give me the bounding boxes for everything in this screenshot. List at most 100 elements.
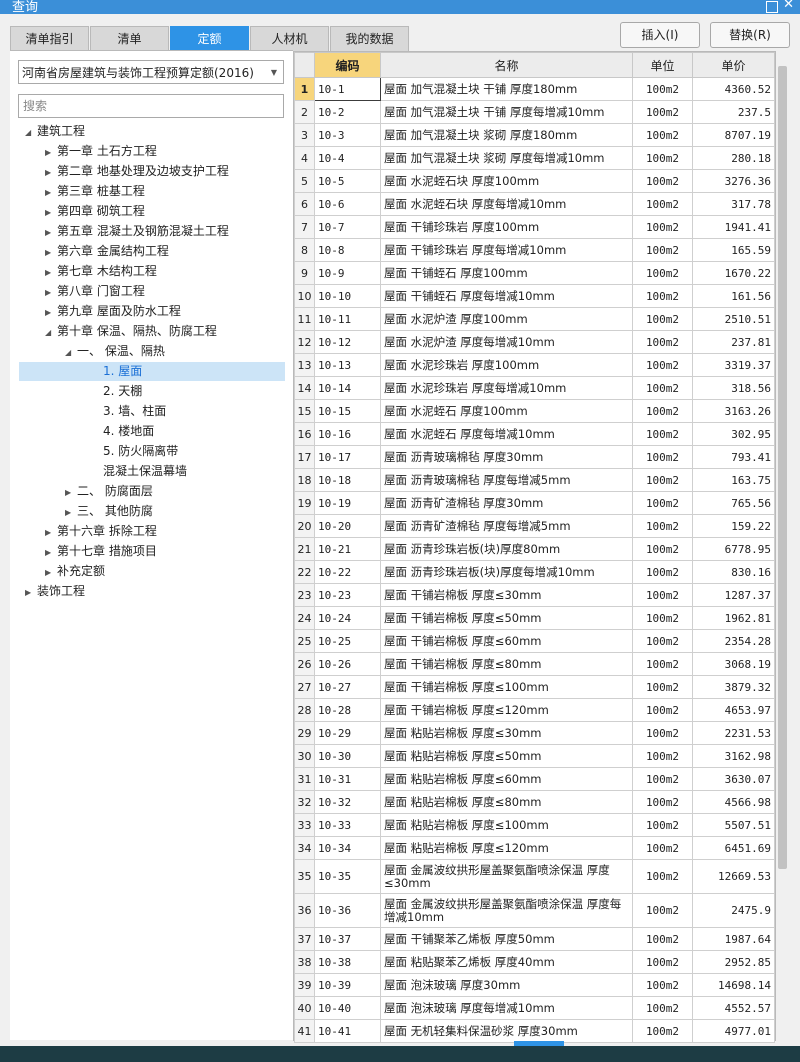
table-row[interactable]: 21 10-21 屋面 沥青珍珠岩板(块)厚度80mm 100m2 6778.95: [294, 537, 775, 561]
expanded-arrow-icon[interactable]: ◢: [45, 323, 57, 342]
row-number[interactable]: 4: [294, 146, 315, 170]
tree-item[interactable]: ▶ 第九章 屋面及防水工程: [45, 302, 181, 321]
row-number[interactable]: 16: [294, 422, 315, 446]
name-cell[interactable]: 屋面 粘贴岩棉板 厚度≤60mm: [380, 767, 633, 791]
name-cell[interactable]: 屋面 干铺蛭石 厚度每增减10mm: [380, 284, 633, 308]
unit-cell[interactable]: 100m2: [632, 744, 693, 768]
row-number[interactable]: 14: [294, 376, 315, 400]
tree-item[interactable]: ▶ 第六章 金属结构工程: [45, 242, 169, 261]
name-cell[interactable]: 屋面 沥青珍珠岩板(块)厚度每增减10mm: [380, 560, 633, 584]
unit-cell[interactable]: 100m2: [632, 238, 693, 262]
row-number[interactable]: 3: [294, 123, 315, 147]
table-row[interactable]: 41 10-41 屋面 无机轻集料保温砂浆 厚度30mm 100m2 4977.01: [294, 1019, 775, 1043]
name-cell[interactable]: 屋面 干铺岩棉板 厚度≤80mm: [380, 652, 633, 676]
price-cell[interactable]: 2952.85: [692, 950, 775, 974]
collapsed-arrow-icon[interactable]: ▶: [45, 283, 57, 302]
search-input[interactable]: [18, 94, 284, 118]
unit-cell[interactable]: 100m2: [632, 284, 693, 308]
row-number[interactable]: 24: [294, 606, 315, 630]
unit-cell[interactable]: 100m2: [632, 973, 693, 997]
code-cell[interactable]: 10-32: [314, 790, 381, 814]
table-row[interactable]: 16 10-16 屋面 水泥蛭石 厚度每增减10mm 100m2 302.95: [294, 422, 775, 446]
price-cell[interactable]: 2510.51: [692, 307, 775, 331]
price-cell[interactable]: 237.5: [692, 100, 775, 124]
row-number[interactable]: 34: [294, 836, 315, 860]
row-number[interactable]: 36: [294, 893, 315, 928]
unit-cell[interactable]: 100m2: [632, 675, 693, 699]
price-cell[interactable]: 6778.95: [692, 537, 775, 561]
unit-cell[interactable]: 100m2: [632, 950, 693, 974]
unit-cell[interactable]: 100m2: [632, 192, 693, 216]
code-cell[interactable]: 10-26: [314, 652, 381, 676]
name-cell[interactable]: 屋面 沥青玻璃棉毡 厚度每增减5mm: [380, 468, 633, 492]
tab-quota[interactable]: 定额: [170, 26, 249, 51]
tab-my-data[interactable]: 我的数据: [330, 26, 409, 51]
name-cell[interactable]: 屋面 水泥炉渣 厚度100mm: [380, 307, 633, 331]
name-cell[interactable]: 屋面 水泥蛭石块 厚度每增减10mm: [380, 192, 633, 216]
table-row[interactable]: 14 10-14 屋面 水泥珍珠岩 厚度每增减10mm 100m2 318.56: [294, 376, 775, 400]
name-cell[interactable]: 屋面 干铺岩棉板 厚度≤120mm: [380, 698, 633, 722]
row-number[interactable]: 40: [294, 996, 315, 1020]
tree-item[interactable]: ▶ 第七章 木结构工程: [45, 262, 157, 281]
code-cell[interactable]: 10-6: [314, 192, 381, 216]
code-cell[interactable]: 10-17: [314, 445, 381, 469]
price-cell[interactable]: 1941.41: [692, 215, 775, 239]
price-cell[interactable]: 2354.28: [692, 629, 775, 653]
unit-cell[interactable]: 100m2: [632, 146, 693, 170]
expanded-arrow-icon[interactable]: ◢: [65, 343, 77, 362]
tree-item[interactable]: 5. 防火隔离带: [91, 442, 178, 461]
unit-cell[interactable]: 100m2: [632, 77, 693, 101]
tab-list-guide[interactable]: 清单指引: [10, 26, 89, 51]
unit-cell[interactable]: 100m2: [632, 652, 693, 676]
name-cell[interactable]: 屋面 粘贴岩棉板 厚度≤100mm: [380, 813, 633, 837]
table-row[interactable]: 31 10-31 屋面 粘贴岩棉板 厚度≤60mm 100m2 3630.07: [294, 767, 775, 791]
table-row[interactable]: 29 10-29 屋面 粘贴岩棉板 厚度≤30mm 100m2 2231.53: [294, 721, 775, 745]
code-cell[interactable]: 10-22: [314, 560, 381, 584]
code-cell[interactable]: 10-28: [314, 698, 381, 722]
price-cell[interactable]: 6451.69: [692, 836, 775, 860]
name-cell[interactable]: 屋面 水泥珍珠岩 厚度100mm: [380, 353, 633, 377]
unit-cell[interactable]: 100m2: [632, 560, 693, 584]
code-cell[interactable]: 10-40: [314, 996, 381, 1020]
table-row[interactable]: 1 10-1 屋面 加气混凝土块 干铺 厚度180mm 100m2 4360.52: [294, 77, 775, 101]
quota-library-select[interactable]: 河南省房屋建筑与装饰工程预算定额(2016) ▼: [18, 60, 284, 84]
code-cell[interactable]: 10-41: [314, 1019, 381, 1043]
code-cell[interactable]: 10-8: [314, 238, 381, 262]
unit-cell[interactable]: 100m2: [632, 790, 693, 814]
row-number[interactable]: 7: [294, 215, 315, 239]
row-number[interactable]: 26: [294, 652, 315, 676]
row-number[interactable]: 32: [294, 790, 315, 814]
tree-item[interactable]: ▶ 补充定额: [45, 562, 105, 581]
name-cell[interactable]: 屋面 无机轻集料保温砂浆 厚度30mm: [380, 1019, 633, 1043]
price-cell[interactable]: 1670.22: [692, 261, 775, 285]
price-cell[interactable]: 793.41: [692, 445, 775, 469]
name-cell[interactable]: 屋面 干铺珍珠岩 厚度每增减10mm: [380, 238, 633, 262]
table-row[interactable]: 27 10-27 屋面 干铺岩棉板 厚度≤100mm 100m2 3879.32: [294, 675, 775, 699]
row-number[interactable]: 15: [294, 399, 315, 423]
price-cell[interactable]: 317.78: [692, 192, 775, 216]
price-cell[interactable]: 3068.19: [692, 652, 775, 676]
replace-button[interactable]: 替换(R): [710, 22, 790, 48]
code-cell[interactable]: 10-19: [314, 491, 381, 515]
row-number[interactable]: 9: [294, 261, 315, 285]
row-number[interactable]: 30: [294, 744, 315, 768]
price-cell[interactable]: 5507.51: [692, 813, 775, 837]
row-number[interactable]: 12: [294, 330, 315, 354]
name-cell[interactable]: 屋面 干铺岩棉板 厚度≤60mm: [380, 629, 633, 653]
name-cell[interactable]: 屋面 粘贴聚苯乙烯板 厚度40mm: [380, 950, 633, 974]
collapsed-arrow-icon[interactable]: ▶: [45, 563, 57, 582]
code-cell[interactable]: 10-39: [314, 973, 381, 997]
code-cell[interactable]: 10-10: [314, 284, 381, 308]
table-row[interactable]: 28 10-28 屋面 干铺岩棉板 厚度≤120mm 100m2 4653.97: [294, 698, 775, 722]
price-cell[interactable]: 4977.01: [692, 1019, 775, 1043]
price-cell[interactable]: 161.56: [692, 284, 775, 308]
table-row[interactable]: 30 10-30 屋面 粘贴岩棉板 厚度≤50mm 100m2 3162.98: [294, 744, 775, 768]
price-cell[interactable]: 237.81: [692, 330, 775, 354]
table-row[interactable]: 17 10-17 屋面 沥青玻璃棉毡 厚度30mm 100m2 793.41: [294, 445, 775, 469]
price-cell[interactable]: 3319.37: [692, 353, 775, 377]
tree-item[interactable]: ◢ 第十章 保温、隔热、防腐工程: [45, 322, 217, 341]
collapsed-arrow-icon[interactable]: ▶: [25, 583, 37, 602]
table-row[interactable]: 2 10-2 屋面 加气混凝土块 干铺 厚度每增减10mm 100m2 237.5: [294, 100, 775, 124]
name-cell[interactable]: 屋面 粘贴岩棉板 厚度≤30mm: [380, 721, 633, 745]
name-cell[interactable]: 屋面 粘贴岩棉板 厚度≤50mm: [380, 744, 633, 768]
